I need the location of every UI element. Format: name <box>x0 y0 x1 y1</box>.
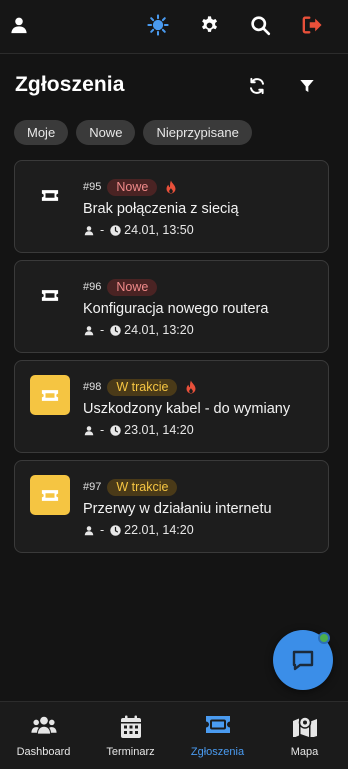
person-icon <box>84 325 94 335</box>
filter-chips: Moje Nowe Nieprzypisane <box>14 120 252 145</box>
chat-button[interactable] <box>273 630 333 690</box>
ticket-card[interactable]: #96 Nowe Konfiguracja nowego routera - 2… <box>14 260 329 353</box>
ticket-number: #97 <box>83 481 102 493</box>
nav-label: Terminarz <box>106 746 155 758</box>
ticket-tile <box>30 175 70 215</box>
clock-icon <box>110 324 121 336</box>
person-icon <box>84 225 94 235</box>
page-title: Zgłoszenia <box>15 73 125 96</box>
logout-icon[interactable] <box>300 13 324 37</box>
filter-icon[interactable] <box>295 74 319 98</box>
nav-label: Zgłoszenia <box>190 746 245 758</box>
flame-icon <box>185 380 197 394</box>
ticket-number: #95 <box>83 181 102 193</box>
person-icon <box>84 525 94 535</box>
ticket-title: Konfiguracja nowego routera <box>83 301 269 317</box>
ticket-icon <box>174 715 261 734</box>
ticket-time: 23.01, 14:20 <box>124 423 194 437</box>
ticket-tile <box>30 475 70 515</box>
search-icon[interactable] <box>248 13 272 37</box>
ticket-tile <box>30 375 70 415</box>
person-icon <box>84 425 94 435</box>
nav-mapa[interactable]: Mapa <box>261 702 348 769</box>
filter-chip-nowe[interactable]: Nowe <box>76 120 136 145</box>
sun-icon[interactable] <box>146 13 170 37</box>
ticket-title: Uszkodzony kabel - do wymiany <box>83 401 291 417</box>
ticket-icon <box>41 389 59 401</box>
ticket-number: #96 <box>83 281 102 293</box>
chat-icon <box>292 650 314 671</box>
clock-icon <box>110 424 121 436</box>
clock-icon <box>110 224 121 236</box>
status-badge: W trakcie <box>107 478 178 496</box>
nav-terminarz[interactable]: Terminarz <box>87 702 174 769</box>
ticket-card[interactable]: #97 W trakcie Przerwy w działaniu intern… <box>14 460 329 553</box>
ticket-assignee: - <box>100 223 105 237</box>
ticket-assignee: - <box>100 523 105 537</box>
nav-label: Dashboard <box>16 746 71 758</box>
status-badge: W trakcie <box>107 378 178 396</box>
nav-zgloszenia[interactable]: Zgłoszenia <box>174 702 261 769</box>
user-icon[interactable] <box>7 13 31 37</box>
notification-dot <box>318 632 330 644</box>
filter-chip-moje[interactable]: Moje <box>14 120 69 145</box>
ticket-icon <box>41 189 59 201</box>
ticket-card[interactable]: #98 W trakcie Uszkodzony kabel - do wymi… <box>14 360 329 453</box>
ticket-assignee: - <box>100 323 105 337</box>
ticket-card[interactable]: #95 Nowe Brak połączenia z siecią - 24.0… <box>14 160 329 253</box>
gear-icon[interactable] <box>197 13 221 37</box>
refresh-icon[interactable] <box>245 74 269 98</box>
ticket-time: 22.01, 14:20 <box>124 523 194 537</box>
ticket-tile <box>30 275 70 315</box>
clock-icon <box>110 524 121 536</box>
ticket-title: Brak połączenia z siecią <box>83 201 239 217</box>
nav-label: Mapa <box>290 746 319 758</box>
ticket-icon <box>41 289 59 301</box>
filter-chip-nieprzypisane[interactable]: Nieprzypisane <box>143 120 252 145</box>
page-header: Zgłoszenia <box>0 54 348 114</box>
status-badge: Nowe <box>107 278 158 296</box>
ticket-number: #98 <box>83 381 102 393</box>
ticket-assignee: - <box>100 423 105 437</box>
nav-dashboard[interactable]: Dashboard <box>0 702 87 769</box>
ticket-title: Przerwy w działaniu internetu <box>83 501 272 517</box>
ticket-icon <box>41 489 59 501</box>
ticket-time: 24.01, 13:50 <box>124 223 194 237</box>
ticket-list: #95 Nowe Brak połączenia z siecią - 24.0… <box>14 160 329 560</box>
calendar-icon <box>87 715 174 739</box>
bottom-nav: Dashboard Terminarz Zgłoszenia Mapa <box>0 701 348 769</box>
map-icon <box>261 715 348 737</box>
ticket-time: 24.01, 13:20 <box>124 323 194 337</box>
flame-icon <box>165 180 177 194</box>
top-bar <box>0 0 348 54</box>
status-badge: Nowe <box>107 178 158 196</box>
users-icon <box>0 715 87 735</box>
